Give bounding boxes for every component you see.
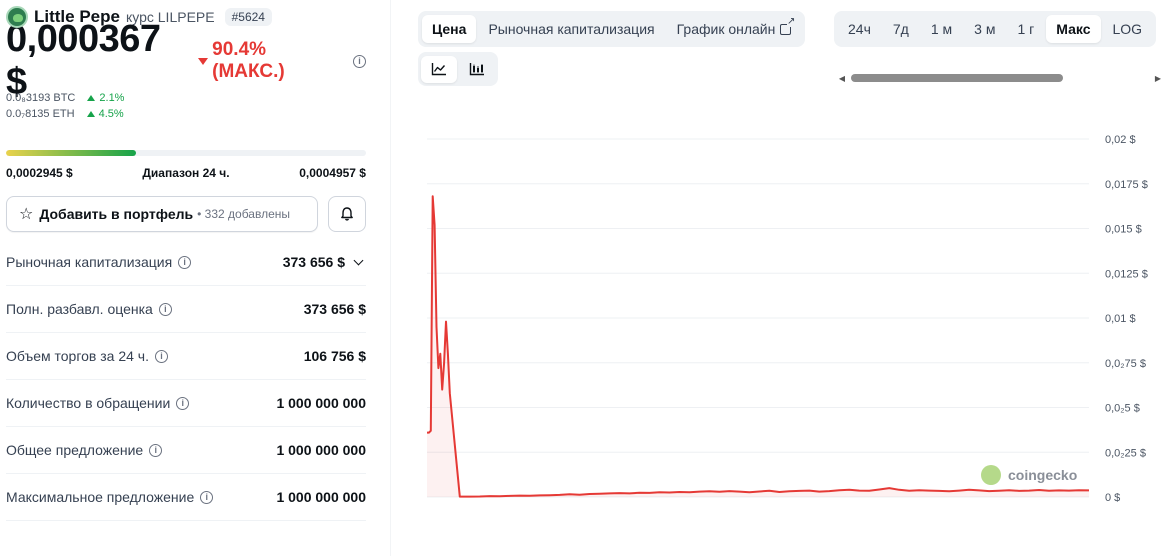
- eth-price-row: 0.0₇8135 ETH 4.5%: [6, 106, 366, 122]
- add-to-portfolio-label: Добавить в портфель: [39, 206, 194, 222]
- line-chart-button[interactable]: [421, 55, 457, 83]
- add-to-portfolio-button[interactable]: ☆ Добавить в портфель • 332 добавлены: [6, 196, 318, 232]
- info-icon[interactable]: i: [353, 54, 366, 68]
- range-tab[interactable]: Макс: [1046, 15, 1101, 43]
- info-icon[interactable]: i: [200, 490, 214, 504]
- stat-row-fdv: Полн. разбавл. оценка i 373 656 $: [6, 286, 366, 333]
- btc-change-value: 2.1%: [99, 92, 125, 104]
- y-tick-label: 0,0175 $: [1105, 179, 1148, 191]
- caret-up-icon: [87, 95, 96, 101]
- price-chart[interactable]: 0,02 $ 0,0175 $ 0,015 $ 0,0125 $ 0,01 $ 0,0₂7…: [391, 110, 1172, 556]
- y-tick-label: 0,01 $: [1105, 313, 1136, 325]
- stat-label: Максимальное предложение: [6, 489, 195, 505]
- stat-value: 106 756 $: [303, 348, 366, 364]
- stat-value: 373 656 $: [303, 301, 366, 317]
- range-tab[interactable]: 7д: [883, 15, 919, 43]
- coingecko-logo-icon: [981, 465, 1001, 485]
- stat-row-circulating-supply: Количество в обращении i 1 000 000 000: [6, 380, 366, 427]
- chart-panel: Цена Рыночная капитализация График онлай…: [390, 0, 1172, 556]
- tab-live-chart-label: График онлайн: [676, 21, 776, 37]
- range-tab[interactable]: 1 г: [1007, 15, 1044, 43]
- stat-label: Рыночная капитализация: [6, 254, 173, 270]
- info-icon[interactable]: i: [176, 396, 190, 410]
- y-tick-label: 0,0125 $: [1105, 268, 1148, 280]
- scroll-track[interactable]: [847, 74, 1153, 82]
- range-label: Диапазон 24 ч.: [142, 166, 230, 180]
- coin-logo: [6, 6, 28, 28]
- portfolio-row: ☆ Добавить в портфель • 332 добавлены: [6, 196, 366, 232]
- btc-change: 2.1%: [87, 92, 124, 104]
- y-tick-label: 0,0₂25 $: [1105, 447, 1146, 459]
- range-24h-fill: [6, 150, 136, 156]
- chart-type-tabs: Цена Рыночная капитализация График онлай…: [418, 11, 806, 47]
- scroll-right-arrow-icon[interactable]: ▶: [1153, 74, 1163, 83]
- info-icon[interactable]: i: [178, 255, 192, 269]
- range-low: 0,0002945 $: [6, 166, 73, 180]
- coingecko-watermark: coingecko: [981, 465, 1077, 485]
- info-icon[interactable]: i: [154, 349, 168, 363]
- coin-overview-panel: Little Pepe курс LILPEPE #5624 0,000367 …: [6, 6, 366, 521]
- chevron-down-icon: [353, 255, 364, 265]
- price-line: [427, 195, 1090, 498]
- stat-value: 1 000 000 000: [276, 442, 366, 458]
- watermark-text: coingecko: [1008, 467, 1077, 483]
- stat-value: 373 656 $: [282, 254, 345, 270]
- tab-price[interactable]: Цена: [422, 15, 477, 43]
- stat-row-market-cap: Рыночная капитализация i 373 656 $: [6, 239, 366, 286]
- price-change: 90.4% (МАКС.): [198, 39, 343, 83]
- price-change-value: 90.4% (МАКС.): [212, 39, 285, 82]
- scroll-thumb[interactable]: [851, 74, 1063, 82]
- bell-icon: [341, 207, 353, 221]
- tab-market-cap[interactable]: Рыночная капитализация: [478, 15, 664, 43]
- tab-live-chart[interactable]: График онлайн: [667, 15, 802, 43]
- range-24h-bar: [6, 150, 366, 156]
- stat-label: Общее предложение: [6, 442, 144, 458]
- caret-up-icon: [86, 111, 95, 117]
- range-tab[interactable]: 1 м: [921, 15, 962, 43]
- y-tick-label: 0 $: [1105, 492, 1120, 504]
- y-tick-label: 0,015 $: [1105, 224, 1142, 236]
- range-tab[interactable]: 24ч: [838, 15, 881, 43]
- caret-down-icon: [198, 57, 209, 65]
- price-alert-button[interactable]: [328, 196, 366, 232]
- eth-change-value: 4.5%: [98, 108, 124, 120]
- portfolio-added-count: • 332 добавлены: [197, 207, 290, 221]
- stat-label: Количество в обращении: [6, 395, 171, 411]
- stat-row-volume: Объем торгов за 24 ч. i 106 756 $: [6, 333, 366, 380]
- stat-row-total-supply: Общее предложение i 1 000 000 000: [6, 427, 366, 474]
- info-icon[interactable]: i: [149, 443, 163, 457]
- chart-horizontal-scrollbar[interactable]: ◀ ▶: [837, 72, 1163, 84]
- stat-value: 1 000 000 000: [276, 489, 366, 505]
- price-row: 0,000367 $ 90.4% (МАКС.) i: [6, 18, 366, 103]
- y-tick-label: 0,0₂75 $: [1105, 358, 1146, 370]
- line-chart-icon: [431, 63, 446, 76]
- y-tick-label: 0,02 $: [1105, 134, 1136, 146]
- range-24h-labels: 0,0002945 $ Диапазон 24 ч. 0,0004957 $: [6, 166, 366, 180]
- external-link-icon: [780, 16, 796, 35]
- stat-row-max-supply: Максимальное предложение i 1 000 000 000: [6, 474, 366, 521]
- candlestick-icon: [469, 63, 484, 76]
- y-tick-label: 0,0₂5 $: [1105, 403, 1140, 415]
- btc-price: 0.0₈3193 BTC: [6, 92, 76, 104]
- stats-table: Рыночная капитализация i 373 656 $ Полн. …: [6, 239, 366, 521]
- stat-label: Объем торгов за 24 ч.: [6, 348, 149, 364]
- scroll-left-arrow-icon[interactable]: ◀: [837, 74, 847, 83]
- time-range-tabs: 24ч 7д 1 м3 м1 г Макс LOG: [834, 11, 1157, 47]
- stat-value: 1 000 000 000: [276, 395, 366, 411]
- eth-price: 0.0₇8135 ETH: [6, 108, 75, 120]
- market-cap-dropdown[interactable]: 373 656 $: [283, 254, 366, 270]
- stat-label: Полн. разбавл. оценка: [6, 301, 153, 317]
- range-tab[interactable]: 3 м: [964, 15, 1005, 43]
- star-icon: ☆: [19, 206, 34, 223]
- range-tab[interactable]: LOG: [1103, 15, 1153, 43]
- chart-style-toggle: [418, 52, 498, 86]
- info-icon[interactable]: i: [158, 302, 172, 316]
- candlestick-chart-button[interactable]: [459, 56, 495, 83]
- range-high: 0,0004957 $: [299, 166, 366, 180]
- rank-badge: #5624: [224, 8, 272, 26]
- eth-change: 4.5%: [86, 108, 124, 120]
